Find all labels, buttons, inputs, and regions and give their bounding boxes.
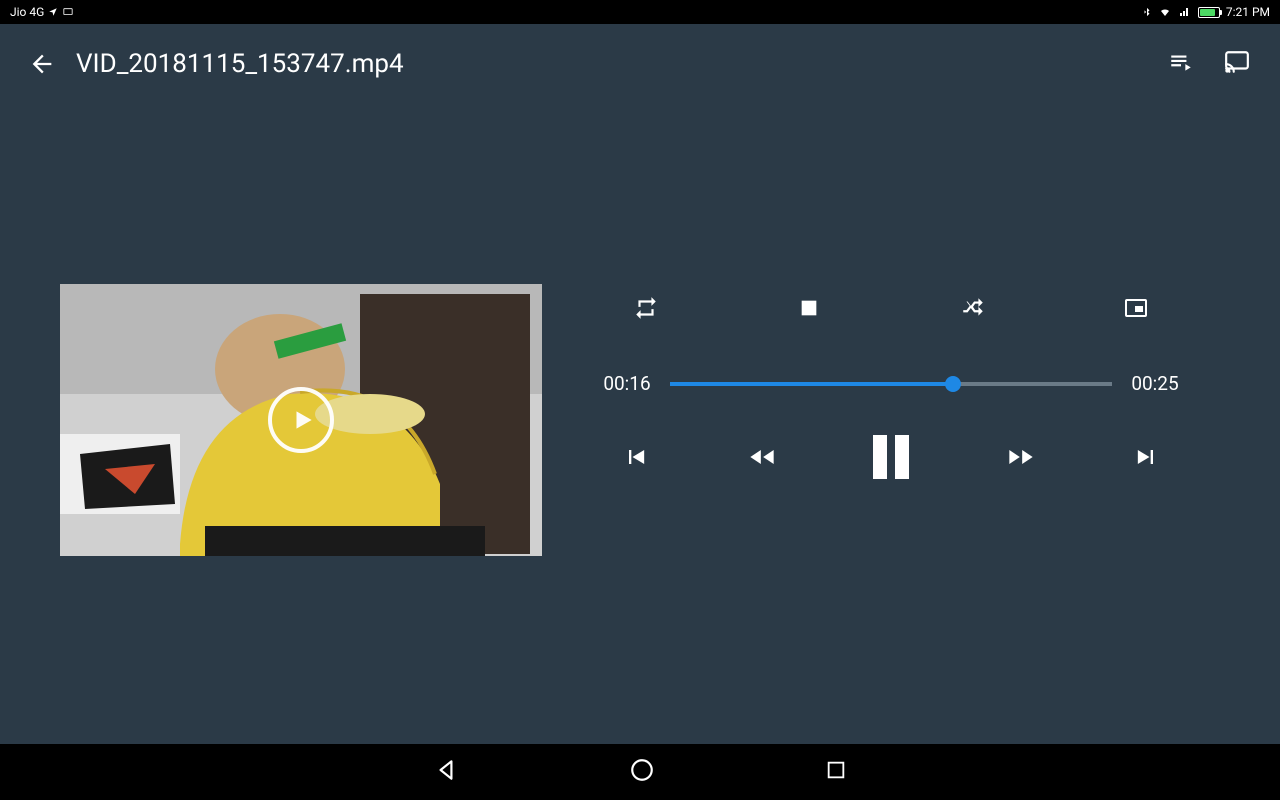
queue-button[interactable] <box>1168 49 1194 79</box>
previous-button[interactable] <box>622 443 650 471</box>
app-area: VID_20181115_153747.mp4 <box>0 24 1280 744</box>
current-time: 00:16 <box>602 372 652 395</box>
pause-bar-left <box>873 435 887 479</box>
skip-next-icon <box>1132 443 1160 471</box>
content-area: 00:16 00:25 <box>0 104 1280 744</box>
nav-back-button[interactable] <box>433 757 459 787</box>
app-header: VID_20181115_153747.mp4 <box>0 24 1280 104</box>
wifi-icon <box>1158 6 1172 18</box>
carrier-label: Jio 4G <box>10 5 44 19</box>
rewind-button[interactable] <box>745 443 779 471</box>
rewind-icon <box>745 443 779 471</box>
nav-home-icon <box>629 757 655 783</box>
cast-small-icon <box>62 7 74 17</box>
battery-icon <box>1198 7 1220 18</box>
pip-button[interactable] <box>1122 294 1150 322</box>
bluetooth-icon <box>1142 5 1152 19</box>
back-button[interactable] <box>28 50 56 78</box>
total-time: 00:25 <box>1130 372 1180 395</box>
seek-row: 00:16 00:25 <box>602 372 1180 395</box>
nav-recent-icon <box>825 759 847 781</box>
nav-back-icon <box>433 757 459 783</box>
play-overlay-button[interactable] <box>268 387 334 453</box>
pause-bar-right <box>895 435 909 479</box>
stop-icon <box>798 297 820 319</box>
seek-fill <box>670 382 953 386</box>
fast-forward-icon <box>1004 443 1038 471</box>
clock-label: 7:21 PM <box>1226 5 1270 19</box>
status-bar: Jio 4G 7:21 PM <box>0 0 1280 24</box>
cast-icon <box>1222 49 1252 75</box>
forward-button[interactable] <box>1004 443 1038 471</box>
status-right: 7:21 PM <box>1142 5 1270 19</box>
pause-button[interactable] <box>873 435 909 479</box>
skip-previous-icon <box>622 443 650 471</box>
next-button[interactable] <box>1132 443 1160 471</box>
shuffle-button[interactable] <box>959 294 987 322</box>
cast-button[interactable] <box>1222 49 1252 79</box>
shuffle-icon <box>960 295 986 321</box>
repeat-icon <box>633 295 659 321</box>
seek-bar[interactable] <box>670 382 1112 386</box>
queue-icon <box>1168 49 1194 75</box>
controls-panel: 00:16 00:25 <box>562 294 1220 479</box>
stop-button[interactable] <box>795 294 823 322</box>
pip-icon <box>1122 296 1150 320</box>
navigation-bar <box>0 744 1280 800</box>
video-preview[interactable] <box>60 284 542 556</box>
video-title: VID_20181115_153747.mp4 <box>76 49 404 79</box>
seek-thumb[interactable] <box>945 376 961 392</box>
back-arrow-icon <box>28 50 56 78</box>
signal-icon <box>1178 6 1192 18</box>
play-icon <box>290 405 316 435</box>
nav-recent-button[interactable] <box>825 759 847 785</box>
location-arrow-icon <box>48 7 58 17</box>
status-left: Jio 4G <box>10 5 74 19</box>
repeat-button[interactable] <box>632 294 660 322</box>
nav-home-button[interactable] <box>629 757 655 787</box>
